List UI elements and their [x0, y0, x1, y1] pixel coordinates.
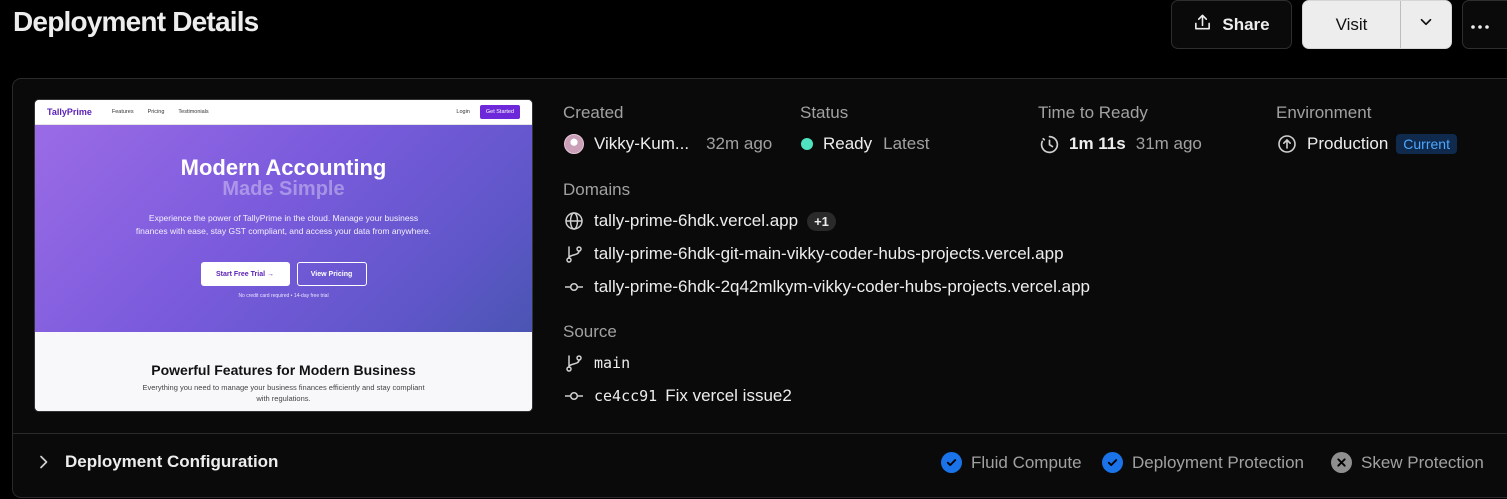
deployment-configuration-label: Deployment Configuration	[65, 452, 279, 471]
created-time: 32m ago	[706, 134, 773, 153]
share-label: Share	[1222, 14, 1270, 34]
time-to-ready-value: 1m 11s	[1069, 134, 1126, 153]
git-commit-icon	[563, 385, 585, 407]
preview-get-started: Get Started	[479, 105, 520, 119]
domain-row-branch: tally-prime-6hdk-git-main-vikky-coder-hu…	[563, 243, 1064, 265]
source-branch-row: main	[563, 352, 630, 374]
time-to-ready-label: Time to Ready	[1038, 103, 1148, 122]
preview-logo: TallyPrime	[47, 107, 92, 117]
status-row: Ready Latest	[800, 133, 929, 155]
page-title: Deployment Details	[13, 6, 259, 37]
created-row: Vikky-Kum... 32m ago	[563, 133, 772, 155]
preview-nav-link: Features	[111, 109, 134, 115]
fluid-compute-label: Fluid Compute	[971, 452, 1082, 472]
git-branch-icon	[563, 243, 585, 265]
more-horizontal-icon	[1470, 15, 1490, 35]
clock-icon	[1038, 133, 1060, 155]
git-commit-icon	[563, 276, 585, 298]
check-circle-icon	[941, 452, 962, 473]
domain-link[interactable]: tally-prime-6hdk.vercel.app	[594, 211, 798, 231]
visit-button-group: Visit	[1302, 0, 1452, 49]
environment-row: Production Current	[1276, 133, 1457, 155]
more-options-button[interactable]	[1462, 0, 1507, 49]
environment-label: Environment	[1276, 103, 1372, 122]
preview-login: Login	[456, 109, 470, 115]
commit-message[interactable]: Fix vercel issue2	[665, 386, 792, 406]
chevron-right-icon	[37, 454, 51, 470]
source-branch[interactable]: main	[594, 354, 630, 372]
source-commit-row: ce4cc91 Fix vercel issue2	[563, 385, 792, 407]
preview-features-section: Powerful Features for Modern Business Ev…	[35, 332, 532, 411]
skew-protection-label: Skew Protection	[1361, 452, 1484, 472]
share-icon	[1193, 13, 1212, 37]
preview-hero-description: Experience the power of TallyPrime in th…	[135, 213, 432, 236]
status-value: Ready	[823, 134, 873, 153]
preview-start-trial-button: Start Free Trial →	[200, 262, 290, 286]
status-tag: Latest	[883, 134, 930, 153]
source-label: Source	[563, 322, 617, 341]
preview-nav-link: Testimonials	[178, 109, 209, 115]
commit-hash[interactable]: ce4cc91	[594, 387, 657, 405]
user-avatar-icon[interactable]	[563, 133, 585, 155]
x-circle-icon	[1331, 452, 1352, 473]
deployment-protection-label: Deployment Protection	[1132, 452, 1304, 472]
time-to-ready-ago: 31m ago	[1135, 134, 1202, 153]
check-circle-icon	[1102, 452, 1123, 473]
deployment-configuration-bar: Deployment Configuration Fluid Compute D…	[13, 433, 1507, 499]
globe-icon	[563, 210, 585, 232]
preview-view-pricing-button: View Pricing	[296, 262, 367, 286]
time-to-ready-row: 1m 11s 31m ago	[1038, 133, 1202, 155]
preview-hero-subtitle: Made Simple	[222, 178, 345, 200]
preview-nav-link: Pricing	[147, 109, 165, 115]
current-badge: Current	[1396, 134, 1457, 154]
visit-button[interactable]: Visit	[1303, 1, 1401, 48]
created-user[interactable]: Vikky-Kum...	[594, 134, 689, 154]
environment-value: Production	[1307, 134, 1389, 153]
created-label: Created	[563, 103, 624, 122]
fluid-compute-status: Fluid Compute	[941, 452, 1082, 473]
domains-more-badge[interactable]: +1	[807, 211, 836, 231]
arrow-up-circle-icon	[1276, 133, 1298, 155]
git-branch-icon	[563, 352, 585, 374]
domain-link[interactable]: tally-prime-6hdk-git-main-vikky-coder-hu…	[594, 244, 1064, 264]
status-label: Status	[800, 103, 849, 122]
deployment-configuration-toggle[interactable]: Deployment Configuration	[37, 452, 278, 472]
preview-features-title: Powerful Features for Modern Business	[151, 362, 416, 378]
deployment-card: TallyPrime Features Pricing Testimonials…	[12, 78, 1507, 498]
deployment-preview[interactable]: TallyPrime Features Pricing Testimonials…	[34, 99, 533, 412]
visit-menu-button[interactable]	[1401, 1, 1451, 48]
deployment-protection-status: Deployment Protection	[1102, 452, 1304, 473]
domain-row-commit: tally-prime-6hdk-2q42mlkym-vikky-coder-h…	[563, 276, 1090, 298]
chevron-down-icon	[1417, 13, 1435, 36]
preview-features-description: Everything you need to manage your busin…	[142, 383, 425, 403]
share-button[interactable]: Share	[1171, 0, 1292, 49]
domain-link[interactable]: tally-prime-6hdk-2q42mlkym-vikky-coder-h…	[594, 277, 1090, 297]
skew-protection-status: Skew Protection	[1331, 452, 1484, 473]
domains-label: Domains	[563, 180, 631, 199]
preview-hero: Modern Accounting Made Simple Experience…	[35, 125, 532, 332]
preview-hero-note: No credit card required • 14-day free tr…	[238, 293, 329, 299]
preview-navbar: TallyPrime Features Pricing Testimonials…	[35, 100, 532, 125]
status-dot-icon	[800, 133, 814, 155]
domain-row-primary: tally-prime-6hdk.vercel.app +1	[563, 210, 836, 232]
